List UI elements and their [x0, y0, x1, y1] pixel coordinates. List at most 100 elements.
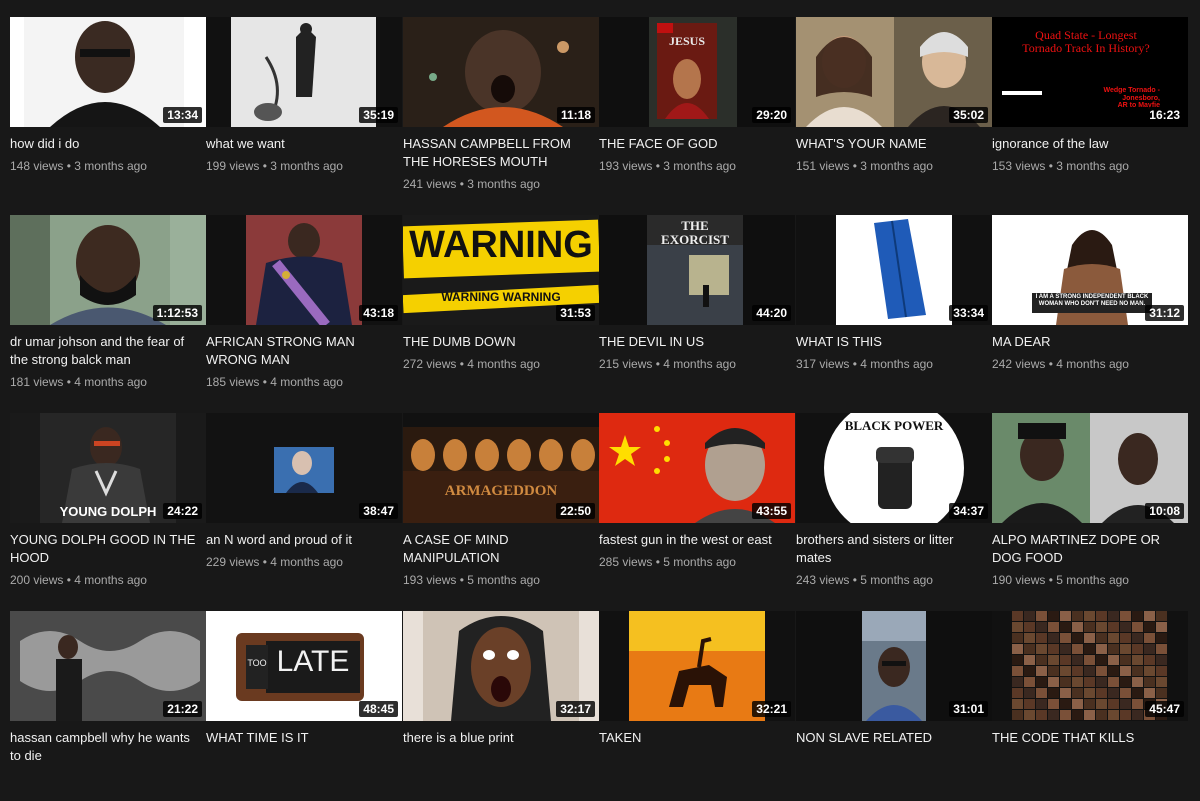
video-title[interactable]: THE FACE OF GOD — [599, 135, 795, 153]
video-thumbnail[interactable]: LATE TOO 48:45 — [206, 611, 402, 721]
video-card[interactable]: 10:08 ALPO MARTINEZ DOPE OR DOG FOOD 190 v… — [992, 413, 1188, 603]
video-card[interactable]: 33:34 WHAT IS THIS 317 views • 4 months ag… — [796, 215, 992, 405]
video-card[interactable]: 32:21 TAKEN — [599, 611, 795, 801]
duration-badge: 34:37 — [949, 503, 988, 519]
video-thumbnail[interactable]: 35:02 — [796, 17, 992, 127]
meta-separator: • — [456, 357, 468, 371]
video-title[interactable]: WHAT IS THIS — [796, 333, 992, 351]
video-title[interactable]: THE DEVIL IN US — [599, 333, 795, 351]
video-thumbnail[interactable]: ARMAGEDDON 22:50 — [403, 413, 599, 523]
video-card[interactable]: BLACK POWER 34:37 brothers and sisters or … — [796, 413, 992, 603]
video-card[interactable]: 32:17 there is a blue print — [403, 611, 599, 801]
video-thumbnail[interactable]: WARNING WARNING WARNING 31:53 — [403, 215, 599, 325]
meta-separator: • — [456, 573, 468, 587]
video-title[interactable]: THE DUMB DOWN — [403, 333, 599, 351]
video-thumbnail[interactable]: 31:01 — [796, 611, 992, 721]
video-card[interactable]: 31:01 NON SLAVE RELATED — [796, 611, 992, 801]
video-card[interactable]: 43:55 fastest gun in the west or east 285 … — [599, 413, 795, 603]
video-thumbnail[interactable]: 32:21 — [599, 611, 795, 721]
view-count: 243 views — [796, 573, 850, 587]
video-thumbnail[interactable]: JESUS 29:20 — [599, 17, 795, 127]
meta-separator: • — [259, 159, 271, 173]
video-thumbnail[interactable]: Quad State - Longest Tornado Track In Hi… — [992, 17, 1188, 127]
video-thumbnail[interactable]: THE EXORCIST 44:20 — [599, 215, 795, 325]
upload-age: 3 months ago — [74, 159, 147, 173]
duration-badge: 31:12 — [1145, 305, 1184, 321]
upload-age: 5 months ago — [860, 573, 933, 587]
video-thumbnail[interactable]: 1:12:53 — [10, 215, 206, 325]
video-meta: 242 views • 4 months ago — [992, 357, 1188, 371]
video-card[interactable]: 45:47 THE CODE THAT KILLS — [992, 611, 1188, 801]
video-thumbnail[interactable]: BLACK POWER 34:37 — [796, 413, 992, 523]
video-title[interactable]: TAKEN — [599, 729, 795, 747]
duration-badge: 1:12:53 — [152, 305, 202, 321]
view-count: 148 views — [10, 159, 64, 173]
video-card[interactable]: I AM A STRONG INDEPENDENT BLACK WOMAN WH… — [992, 215, 1188, 405]
video-card[interactable]: 35:19 what we want 199 views • 3 months ag… — [206, 17, 402, 207]
video-title[interactable]: WHAT TIME IS IT — [206, 729, 402, 747]
video-title[interactable]: brothers and sisters or litter mates — [796, 531, 992, 567]
video-thumbnail[interactable]: I AM A STRONG INDEPENDENT BLACK WOMAN WH… — [992, 215, 1188, 325]
meta-separator: • — [849, 159, 861, 173]
video-title[interactable]: there is a blue print — [403, 729, 599, 747]
video-title[interactable]: MA DEAR — [992, 333, 1188, 351]
video-card[interactable]: 21:22 hassan campbell why he wants to die — [10, 611, 206, 801]
video-card[interactable]: YOUNG DOLPH 24:22 YOUNG DOLPH GOOD IN THE … — [10, 413, 206, 603]
video-title[interactable]: NON SLAVE RELATED — [796, 729, 992, 747]
video-thumbnail[interactable]: 21:22 — [10, 611, 206, 721]
video-thumbnail[interactable]: 10:08 — [992, 413, 1188, 523]
video-card[interactable]: JESUS 29:20 THE FACE OF GOD 193 views • 3 m… — [599, 17, 795, 207]
video-thumbnail[interactable]: 33:34 — [796, 215, 992, 325]
video-meta: 199 views • 3 months ago — [206, 159, 402, 173]
video-card[interactable]: 13:34 how did i do 148 views • 3 months ag… — [10, 17, 206, 207]
video-card[interactable]: 38:47 an N word and proud of it 229 views … — [206, 413, 402, 603]
video-card[interactable]: WARNING WARNING WARNING 31:53 THE DUMB DOWN… — [403, 215, 599, 405]
video-meta: 229 views • 4 months ago — [206, 555, 402, 569]
video-meta: 181 views • 4 months ago — [10, 375, 206, 389]
video-title[interactable]: A CASE OF MIND MANIPULATION — [403, 531, 599, 567]
meta-separator: • — [1045, 159, 1057, 173]
video-card[interactable]: 43:18 AFRICAN STRONG MAN WRONG MAN 185 vie… — [206, 215, 402, 405]
duration-badge: 16:23 — [1145, 107, 1184, 123]
upload-age: 5 months ago — [1056, 573, 1129, 587]
view-count: 317 views — [796, 357, 850, 371]
video-title[interactable]: HASSAN CAMPBELL FROM THE HORESES MOUTH — [403, 135, 599, 171]
video-title[interactable]: YOUNG DOLPH GOOD IN THE HOOD — [10, 531, 206, 567]
upload-age: 4 months ago — [467, 357, 540, 371]
video-title[interactable]: dr umar johson and the fear of the stron… — [10, 333, 206, 369]
video-meta: 185 views • 4 months ago — [206, 375, 402, 389]
view-count: 272 views — [403, 357, 457, 371]
video-thumbnail[interactable]: 45:47 — [992, 611, 1188, 721]
meta-separator: • — [63, 159, 75, 173]
video-thumbnail[interactable]: 35:19 — [206, 17, 402, 127]
video-card[interactable]: 35:02 WHAT'S YOUR NAME 151 views • 3 month… — [796, 17, 992, 207]
video-title[interactable]: what we want — [206, 135, 402, 153]
video-title[interactable]: AFRICAN STRONG MAN WRONG MAN — [206, 333, 402, 369]
video-thumbnail[interactable]: 32:17 — [403, 611, 599, 721]
meta-separator: • — [849, 573, 861, 587]
video-title[interactable]: THE CODE THAT KILLS — [992, 729, 1188, 747]
video-title[interactable]: ALPO MARTINEZ DOPE OR DOG FOOD — [992, 531, 1188, 567]
video-title[interactable]: ignorance of the law — [992, 135, 1188, 153]
video-card[interactable]: THE EXORCIST 44:20 THE DEVIL IN US 215 view… — [599, 215, 795, 405]
video-thumbnail[interactable]: 43:55 — [599, 413, 795, 523]
video-title[interactable]: an N word and proud of it — [206, 531, 402, 549]
video-card[interactable]: Quad State - Longest Tornado Track In Hi… — [992, 17, 1188, 207]
video-title[interactable]: fastest gun in the west or east — [599, 531, 795, 549]
view-count: 181 views — [10, 375, 64, 389]
video-thumbnail[interactable]: 13:34 — [10, 17, 206, 127]
upload-age: 5 months ago — [663, 555, 736, 569]
view-count: 185 views — [206, 375, 260, 389]
video-title[interactable]: hassan campbell why he wants to die — [10, 729, 206, 765]
video-card[interactable]: 1:12:53 dr umar johson and the fear of th… — [10, 215, 206, 405]
video-thumbnail[interactable]: 11:18 — [403, 17, 599, 127]
video-card[interactable]: 11:18 HASSAN CAMPBELL FROM THE HORESES MO… — [403, 17, 599, 207]
video-thumbnail[interactable]: 43:18 — [206, 215, 402, 325]
video-thumbnail[interactable]: YOUNG DOLPH 24:22 — [10, 413, 206, 523]
video-card[interactable]: ARMAGEDDON 22:50 A CASE OF MIND MANIPULATI… — [403, 413, 599, 603]
video-thumbnail[interactable]: 38:47 — [206, 413, 402, 523]
video-title[interactable]: WHAT'S YOUR NAME — [796, 135, 992, 153]
video-card[interactable]: LATE TOO 48:45 WHAT TIME IS IT — [206, 611, 402, 801]
video-title[interactable]: how did i do — [10, 135, 206, 153]
meta-separator: • — [63, 573, 75, 587]
